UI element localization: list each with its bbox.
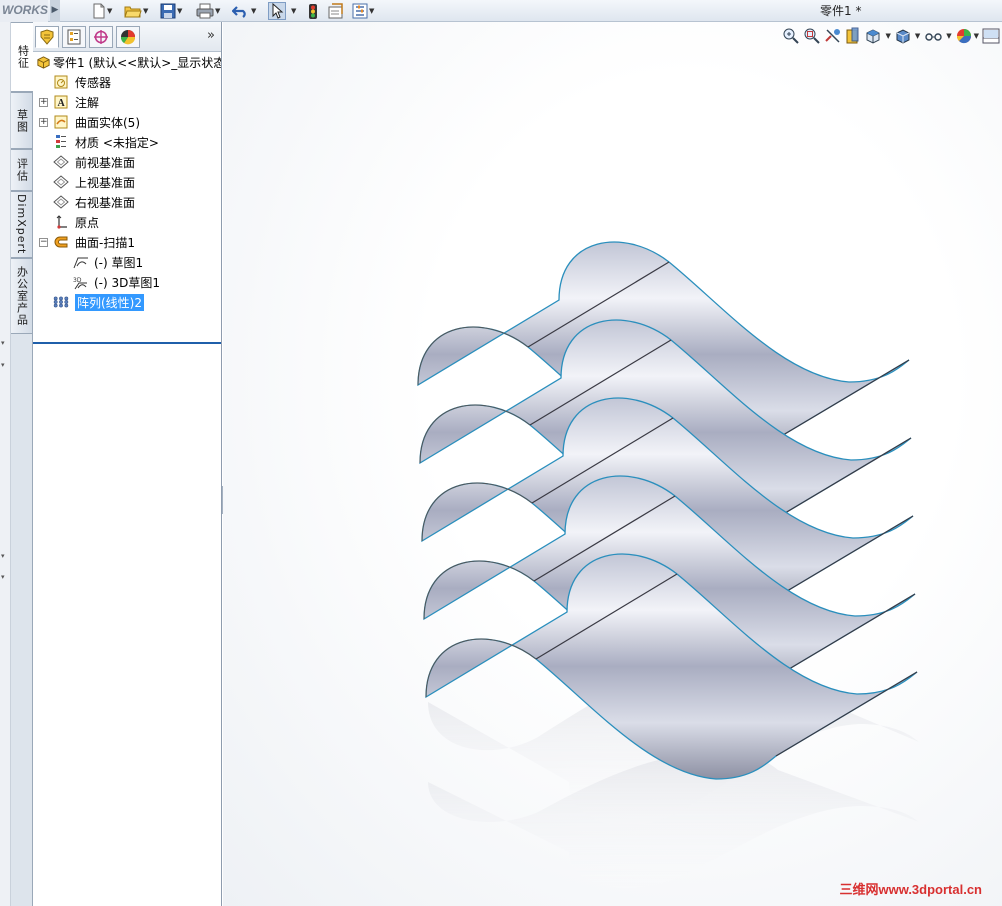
- featuremanager-tab[interactable]: [35, 26, 59, 48]
- open-button[interactable]: ▼: [124, 2, 148, 20]
- options-icon: [352, 3, 368, 19]
- surface-bodies-icon: [53, 114, 69, 130]
- graphics-viewport[interactable]: ▼ ▼ ▼ ▼ 三维网www.3dportal.cn: [223, 22, 1002, 906]
- select-cursor-icon: [272, 3, 284, 19]
- propertymanager-tab[interactable]: [62, 26, 86, 48]
- tree-item-label: (-) 草图1: [94, 255, 144, 270]
- tab-evaluate[interactable]: 评估: [11, 149, 33, 191]
- commandmanager-tabs: 特征 草图 评估 DimXpert 办公室产品: [11, 22, 34, 906]
- expand-toggle[interactable]: +: [39, 117, 48, 127]
- sensor-icon: [53, 74, 69, 90]
- svg-text:A: A: [58, 98, 66, 109]
- tree-item-label: 曲面实体(5): [75, 115, 140, 130]
- select-button[interactable]: [268, 2, 286, 20]
- edge-marker-icon: ▾: [1, 361, 5, 369]
- collapse-toggle[interactable]: −: [39, 237, 48, 247]
- tree-item-linear-pattern[interactable]: 阵列(线性)2: [33, 292, 221, 312]
- document-title: 零件1 *: [820, 4, 862, 18]
- tree-item-part[interactable]: 零件1 (默认<<默认>_显示状态: [33, 52, 221, 72]
- tree-item-front-plane[interactable]: 前视基准面: [33, 152, 221, 172]
- featuremanager-tab-bar: »: [33, 22, 221, 52]
- origin-icon: [53, 214, 69, 230]
- edge-marker-icon: ▾: [1, 339, 5, 347]
- tree-item-label: 零件1 (默认<<默认>_显示状态: [53, 55, 221, 70]
- part-icon: [35, 54, 51, 70]
- rollback-bar[interactable]: [33, 342, 221, 344]
- file-properties-button[interactable]: [328, 2, 344, 20]
- tab-dimxpert[interactable]: DimXpert: [11, 191, 33, 258]
- expand-toggle[interactable]: +: [39, 97, 48, 107]
- tree-item-sensors[interactable]: 传感器: [33, 72, 221, 92]
- app-brand: WORKS: [0, 0, 48, 22]
- tab-sketch[interactable]: 草图: [11, 92, 33, 149]
- rebuild-traffic-light-icon: [309, 3, 317, 19]
- tree-item-top-plane[interactable]: 上视基准面: [33, 172, 221, 192]
- tree-item-surface-sweep[interactable]: − 曲面-扫描1: [33, 232, 221, 252]
- edge-marker-icon: ▾: [1, 552, 5, 560]
- more-tabs-button[interactable]: »: [207, 28, 215, 43]
- print-button[interactable]: ▼: [196, 2, 220, 20]
- annotation-icon: A: [53, 94, 69, 110]
- tree-item-annotations[interactable]: + A 注解: [33, 92, 221, 112]
- sketch-icon: [73, 254, 89, 270]
- options-button[interactable]: ▼: [352, 2, 374, 20]
- tree-item-label: 曲面-扫描1: [75, 235, 135, 250]
- undo-button[interactable]: ▼: [232, 2, 256, 20]
- save-button[interactable]: ▼: [160, 2, 182, 20]
- appearance-tab-icon: [120, 30, 136, 45]
- tree-item-label: (-) 3D草图1: [94, 275, 161, 290]
- tree-item-label: 前视基准面: [75, 155, 136, 170]
- tree-item-label: 右视基准面: [75, 195, 136, 210]
- undo-icon: [232, 6, 246, 18]
- tree-item-label: 原点: [75, 215, 100, 230]
- tree-item-label: 注解: [75, 95, 100, 110]
- save-icon: [160, 3, 176, 19]
- tree-item-label: 阵列(线性)2: [75, 293, 144, 311]
- watermark: 三维网www.3dportal.cn: [839, 882, 982, 897]
- configurationmanager-tab[interactable]: [89, 26, 113, 48]
- tree-item-surface-bodies[interactable]: + 曲面实体(5): [33, 112, 221, 132]
- tree-item-origin[interactable]: 原点: [33, 212, 221, 232]
- tree-item-right-plane[interactable]: 右视基准面: [33, 192, 221, 212]
- plane-icon: [53, 154, 69, 170]
- new-document-icon: [93, 3, 105, 19]
- configurationmanager-tab-icon: [94, 30, 108, 44]
- appearance-tab[interactable]: [116, 26, 140, 48]
- select-dropdown[interactable]: ▼: [290, 2, 296, 20]
- swept-surface-model[interactable]: [223, 22, 1002, 906]
- material-icon: [53, 134, 69, 150]
- main-toolbar: WORKS ▶ ▼ ▼ ▼ ▼ ▼ ▼ ▼ 零件1 *: [0, 0, 1002, 22]
- tab-office-products[interactable]: 办公室产品: [11, 258, 33, 334]
- tree-item-sketch1[interactable]: (-) 草图1: [33, 252, 221, 272]
- rebuild-button[interactable]: [308, 2, 318, 20]
- linear-pattern-icon: [53, 294, 69, 310]
- tree-item-3d-sketch1[interactable]: 3D (-) 3D草图1: [33, 272, 221, 292]
- tree-item-label: 传感器: [75, 75, 112, 90]
- tree-item-material[interactable]: 材质 <未指定>: [33, 132, 221, 152]
- plane-icon: [53, 194, 69, 210]
- propertymanager-tab-icon: [67, 29, 81, 45]
- print-icon: [196, 3, 214, 19]
- open-folder-icon: [124, 6, 142, 18]
- tab-features[interactable]: 特征: [11, 22, 34, 92]
- featuremanager-panel: » 零件1 (默认<<默认>_显示状态 传感器 + A 注解 + 曲面实体(5)…: [33, 22, 222, 906]
- brand-menu-arrow[interactable]: ▶: [50, 0, 60, 22]
- edge-marker-icon: ▾: [1, 573, 5, 581]
- new-document-button[interactable]: ▼: [92, 2, 112, 20]
- plane-icon: [53, 174, 69, 190]
- tree-item-label: 上视基准面: [75, 175, 136, 190]
- file-properties-icon: [328, 3, 343, 19]
- surface-sweep-icon: [53, 234, 69, 250]
- task-pane-edge: ▾ ▾ ▾ ▾: [0, 22, 11, 906]
- feature-tree: 零件1 (默认<<默认>_显示状态 传感器 + A 注解 + 曲面实体(5) 材…: [33, 52, 221, 344]
- tree-item-label: 材质 <未指定>: [75, 135, 159, 150]
- featuremanager-tab-icon: [40, 29, 54, 45]
- 3d-sketch-icon: 3D: [73, 274, 89, 290]
